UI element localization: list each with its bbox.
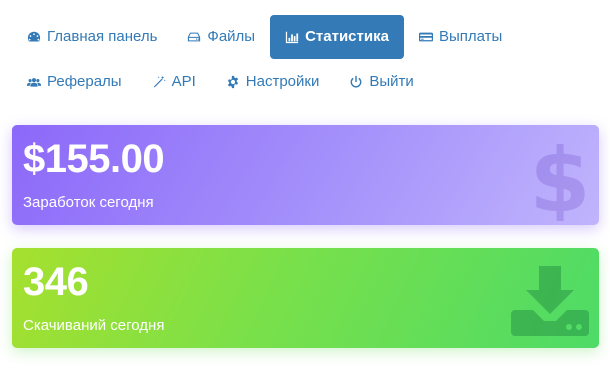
- bar-chart-icon: [285, 31, 299, 43]
- nav-item-label: Настройки: [245, 73, 320, 90]
- nav-item-logout[interactable]: Выйти: [334, 60, 428, 104]
- earnings-value: $155.00: [23, 137, 165, 181]
- nav-item-dashboard[interactable]: Главная панель: [12, 15, 172, 59]
- downloads-card: 346 Скачиваний сегодня: [12, 248, 599, 348]
- svg-text:$: $: [535, 137, 585, 221]
- gear-icon: [227, 75, 238, 88]
- nav-item-label: Выплаты: [438, 28, 503, 45]
- hdd-icon: [188, 32, 201, 41]
- download-icon: [511, 266, 589, 336]
- downloads-label: Скачиваний сегодня: [23, 317, 165, 334]
- nav-item-label: Выйти: [369, 73, 414, 90]
- earnings-card: $155.00 Заработок сегодня $: [12, 125, 599, 225]
- nav-item-api[interactable]: API: [137, 60, 211, 104]
- nav-item-settings[interactable]: Настройки: [211, 60, 335, 104]
- nav-item-files[interactable]: Файлы: [172, 15, 270, 59]
- nav-row-2: Рефералы API Настройки Выйти: [12, 59, 602, 104]
- nav-item-label: API: [171, 73, 196, 90]
- dollar-icon: $: [535, 137, 585, 221]
- main-nav: Главная панель Файлы Статистика Выплаты: [12, 14, 602, 104]
- nav-item-label: Файлы: [207, 28, 256, 45]
- credit-card-icon: [418, 32, 433, 41]
- nav-item-payouts[interactable]: Выплаты: [404, 15, 517, 59]
- earnings-label: Заработок сегодня: [23, 194, 154, 211]
- downloads-value: 346: [23, 260, 89, 304]
- nav-item-label: Статистика: [305, 28, 389, 45]
- dashboard-icon: [27, 31, 41, 42]
- power-icon: [350, 75, 362, 88]
- nav-item-statistics[interactable]: Статистика: [270, 14, 404, 59]
- nav-item-label: Главная панель: [47, 28, 158, 45]
- nav-row-1: Главная панель Файлы Статистика Выплаты: [12, 14, 602, 59]
- nav-item-label: Рефералы: [47, 73, 122, 90]
- magic-wand-icon: [153, 75, 166, 87]
- nav-item-referrals[interactable]: Рефералы: [12, 60, 137, 104]
- users-icon: [27, 77, 41, 87]
